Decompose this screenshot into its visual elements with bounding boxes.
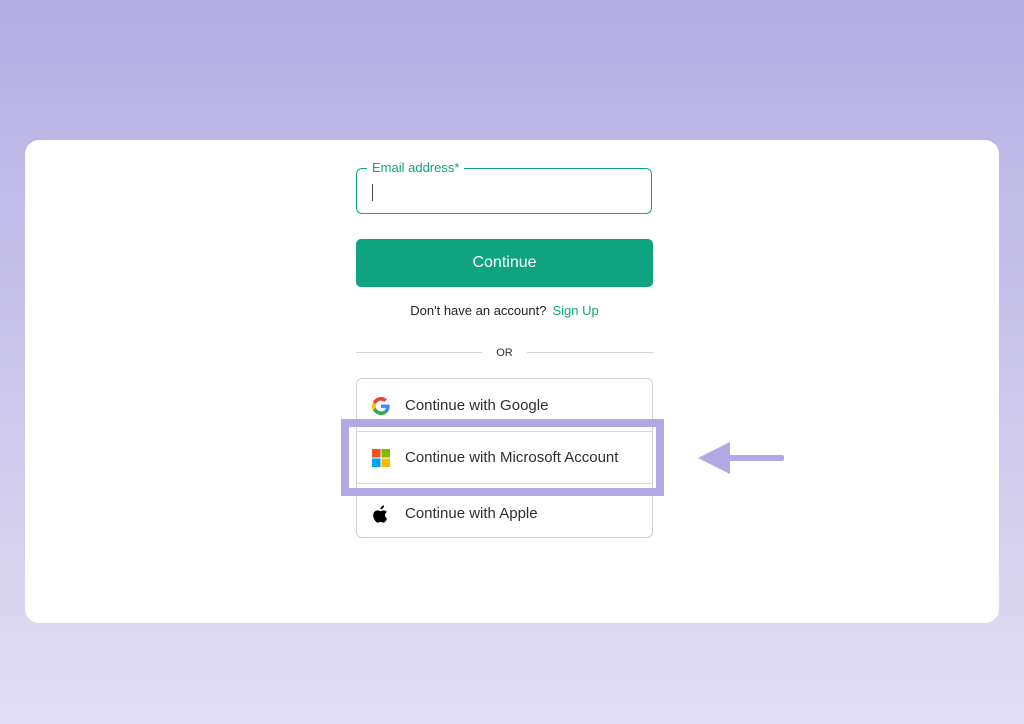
email-label: Email address* [367,160,465,176]
apple-login-label: Continue with Apple [405,505,538,522]
text-cursor [372,184,373,201]
microsoft-icon [372,448,390,467]
or-divider: OR [356,344,653,362]
signup-link[interactable]: Sign Up [552,303,598,318]
google-icon [372,396,390,415]
signup-row: Don't have an account? Sign Up [356,302,653,320]
email-field[interactable]: Email address* [356,160,652,214]
divider-text: OR [496,347,513,359]
no-account-text: Don't have an account? [410,303,547,318]
continue-button[interactable]: Continue [356,239,653,287]
google-login-button[interactable]: Continue with Google [357,379,652,432]
arrow-left-icon [698,442,784,474]
google-login-label: Continue with Google [405,397,549,414]
microsoft-login-button[interactable]: Continue with Microsoft Account [357,431,652,484]
apple-icon [372,504,390,523]
microsoft-login-label: Continue with Microsoft Account [405,449,619,466]
apple-login-button[interactable]: Continue with Apple [357,487,652,540]
social-login-group: Continue with Google Continue with Micro… [356,378,653,538]
divider-line-right [527,352,653,353]
